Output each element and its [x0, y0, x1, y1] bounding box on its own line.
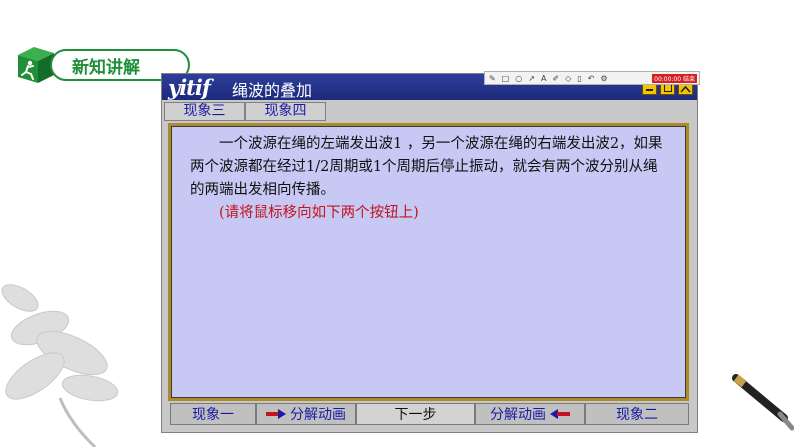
phenomenon-1-button[interactable]: 现象一 — [170, 403, 256, 425]
left-animation-label: 分解动画 — [290, 407, 346, 423]
settings-tool-icon[interactable]: ⚙ — [600, 74, 607, 83]
clear-tool-icon[interactable]: ▯ — [577, 74, 581, 83]
description-text: 一个波源在绳的左端发出波1 ，另一个波源在绳的右端发出波2，如果两个波源都在经过… — [190, 136, 663, 198]
content-frame: 一个波源在绳的左端发出波1 ，另一个波源在绳的右端发出波2，如果两个波源都在经过… — [168, 123, 689, 401]
phenomenon-2-label: 现象二 — [616, 407, 658, 423]
left-decompose-animation-button[interactable]: 分解动画 — [256, 403, 356, 425]
window-title: 绳波的叠加 — [232, 81, 313, 100]
circle-tool-icon[interactable]: ○ — [515, 74, 522, 83]
lotus-decoration-icon — [1, 284, 119, 447]
next-step-button[interactable]: 下一步 — [356, 403, 475, 425]
app-logo: yitif — [168, 75, 211, 100]
phenomenon-2-button[interactable]: 现象二 — [585, 403, 689, 425]
arrow-right-icon — [266, 409, 286, 419]
next-step-label: 下一步 — [394, 407, 437, 423]
tab-phenomenon-3[interactable]: 现象三 — [164, 102, 245, 121]
rectangle-tool-icon[interactable]: □ — [502, 74, 510, 83]
simulation-window: yitif 绳波的叠加 ✎ □ ○ ↗ A ✐ ◇ ▯ ↶ ⚙ 00:00:00… — [161, 71, 700, 433]
text-tool-icon[interactable]: A — [541, 74, 546, 83]
right-decompose-animation-button[interactable]: 分解动画 — [475, 403, 585, 425]
timer-badge[interactable]: 00:00:00 结束 — [652, 73, 697, 83]
right-animation-label: 分解动画 — [490, 407, 546, 423]
content-panel: 一个波源在绳的左端发出波1 ，另一个波源在绳的右端发出波2，如果两个波源都在经过… — [171, 126, 686, 398]
hint-text: (请将鼠标移向如下两个按钮上) — [219, 205, 419, 221]
pen-tool-icon[interactable]: ✎ — [489, 74, 496, 83]
arrow-left-icon — [550, 409, 570, 419]
badge-label: 新知讲解 — [72, 58, 140, 78]
highlighter-tool-icon[interactable]: ✐ — [552, 74, 559, 83]
pen-toolbar: ✎ □ ○ ↗ A ✐ ◇ ▯ ↶ ⚙ 00:00:00 结束 — [484, 71, 700, 85]
undo-tool-icon[interactable]: ↶ — [588, 74, 595, 83]
line-tool-icon[interactable]: ↗ — [528, 74, 535, 83]
tab-phenomenon-4[interactable]: 现象四 — [245, 102, 326, 121]
eraser-tool-icon[interactable]: ◇ — [565, 74, 571, 83]
phenomenon-1-label: 现象一 — [192, 407, 234, 423]
phenomenon-tabs: 现象三 现象四 — [164, 102, 326, 121]
brush-pen-icon — [732, 374, 794, 431]
bottom-navigation: 现象一 分解动画 下一步 分解动画 现象二 — [170, 403, 689, 425]
